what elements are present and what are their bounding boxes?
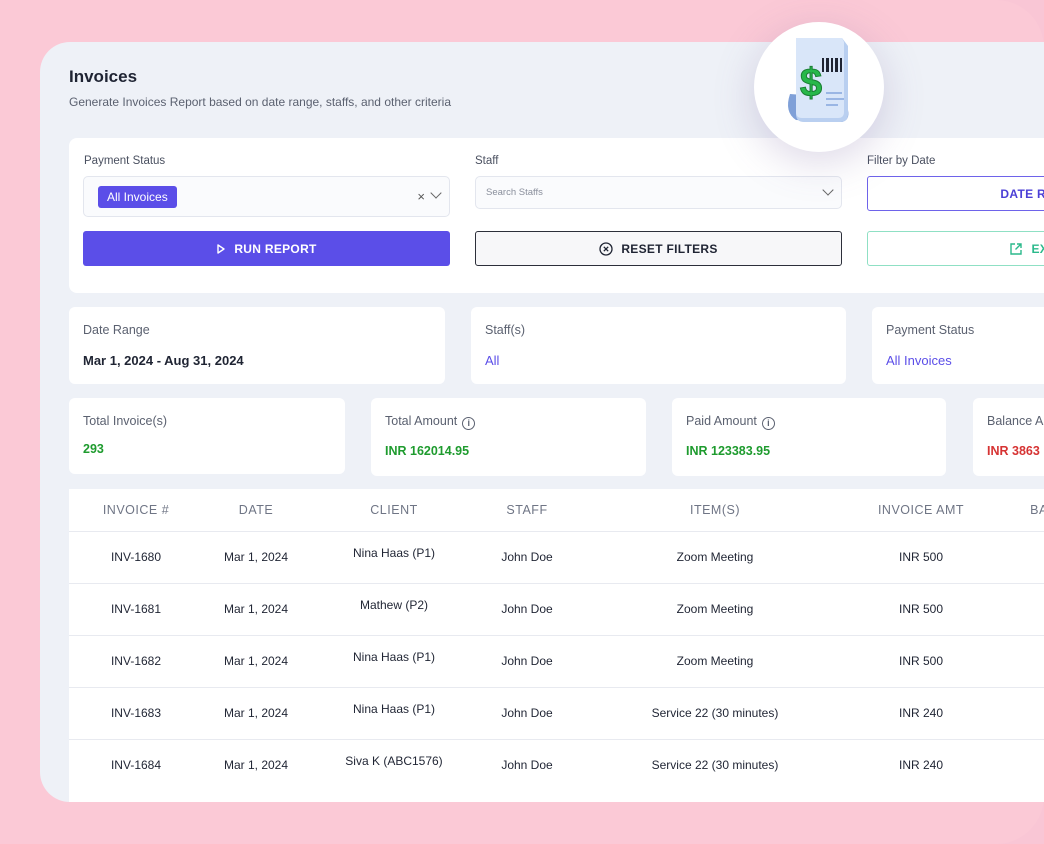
balance-amount-value: INR 3863 bbox=[987, 444, 1040, 458]
staff-cell: John Doe bbox=[501, 550, 553, 564]
date-cell: Mar 1, 2024 bbox=[223, 654, 289, 668]
column-header[interactable]: DATE bbox=[239, 503, 273, 517]
invoices-table: INVOICE # DATE CLIENT STAFF ITEM(S) INVOICE A… bbox=[69, 489, 1044, 802]
table-row[interactable]: INV-1684 Mar 1, 2024 Siva K (ABC1576) John … bbox=[69, 739, 1044, 791]
total-invoices-card: Total Invoice(s) 293 bbox=[69, 398, 345, 474]
items-cell: Service 22 (30 minutes) bbox=[651, 706, 779, 720]
table-row[interactable]: INV-1681 Mar 1, 2024 Mathew (P2) John Doe Zo… bbox=[69, 583, 1044, 635]
paid-amount-header: Paid Amount i bbox=[686, 414, 775, 430]
chevron-down-icon[interactable] bbox=[430, 187, 442, 199]
status-summary-card: Payment Status All Invoices bbox=[872, 307, 1044, 384]
staff-cell: John Doe bbox=[501, 654, 553, 668]
column-header[interactable]: CLIENT bbox=[370, 503, 417, 517]
page-subtitle: Generate Invoices Report based on date r… bbox=[69, 95, 452, 109]
invoice-amount-cell: INR 500 bbox=[898, 602, 944, 616]
info-icon[interactable]: i bbox=[761, 417, 775, 430]
table-row[interactable]: INV-1683 Mar 1, 2024 Nina Haas (P1) John Do… bbox=[69, 687, 1044, 739]
reset-filters-button[interactable]: RESET FILTERS bbox=[475, 231, 842, 266]
export-button[interactable]: EXPO bbox=[867, 231, 1044, 266]
chevron-down-icon[interactable] bbox=[822, 184, 834, 196]
invoice-number-cell[interactable]: INV-1680 bbox=[111, 550, 161, 564]
filters-panel: Payment Status All Invoices × Staff Sear… bbox=[69, 138, 1044, 293]
receipt-badge: $ bbox=[754, 22, 884, 152]
date-cell: Mar 1, 2024 bbox=[223, 706, 289, 720]
items-cell: Zoom Meeting bbox=[676, 654, 754, 668]
external-link-icon bbox=[1010, 242, 1023, 255]
items-cell: Zoom Meeting bbox=[676, 550, 754, 564]
column-header[interactable]: BA bbox=[1030, 503, 1044, 517]
client-cell: Siva K (ABC1576) bbox=[345, 754, 443, 768]
date-filter-label: Filter by Date bbox=[867, 155, 936, 167]
date-range-label: Date Range bbox=[83, 323, 150, 337]
info-icon[interactable]: i bbox=[462, 417, 476, 430]
app-window: Invoices Generate Invoices Report based … bbox=[40, 42, 1044, 802]
column-header[interactable]: INVOICE # bbox=[103, 503, 169, 517]
date-range-card: Date Range Mar 1, 2024 - Aug 31, 2024 bbox=[69, 307, 445, 384]
staff-label: Staff bbox=[475, 155, 499, 167]
invoice-amount-cell: INR 240 bbox=[898, 706, 944, 720]
total-invoices-value: 293 bbox=[83, 442, 104, 456]
run-report-button[interactable]: RUN REPORT bbox=[83, 231, 450, 266]
staff-placeholder: Search Staffs bbox=[486, 187, 543, 198]
play-icon bbox=[217, 243, 226, 254]
column-header[interactable]: INVOICE AMT bbox=[878, 503, 964, 517]
staff-cell: John Doe bbox=[501, 706, 553, 720]
items-cell: Service 22 (30 minutes) bbox=[651, 758, 779, 772]
payment-status-chip[interactable]: All Invoices bbox=[98, 186, 177, 208]
staff-summary-card: Staff(s) All bbox=[471, 307, 846, 384]
dollar-sign: $ bbox=[800, 61, 822, 105]
reset-filters-label: RESET FILTERS bbox=[621, 241, 718, 256]
date-cell: Mar 1, 2024 bbox=[223, 758, 289, 772]
balance-amount-card: Balance A INR 3863 bbox=[973, 398, 1044, 476]
invoice-number-cell[interactable]: INV-1683 bbox=[111, 706, 161, 720]
export-label: EXPO bbox=[1031, 241, 1044, 256]
total-amount-header: Total Amount i bbox=[385, 414, 476, 430]
staff-summary-label: Staff(s) bbox=[485, 323, 526, 337]
client-cell: Nina Haas (P1) bbox=[352, 702, 436, 716]
invoice-number-cell[interactable]: INV-1681 bbox=[111, 602, 161, 616]
column-header[interactable]: ITEM(S) bbox=[690, 503, 740, 517]
paid-amount-card: Paid Amount i INR 123383.95 bbox=[672, 398, 946, 476]
status-summary-label: Payment Status bbox=[886, 323, 975, 337]
receipt-icon: $ bbox=[788, 38, 849, 122]
total-amount-label: Total Amount bbox=[385, 414, 458, 428]
staff-cell: John Doe bbox=[501, 758, 553, 772]
payment-status-select[interactable]: All Invoices × bbox=[83, 176, 450, 217]
invoice-amount-cell: INR 240 bbox=[898, 758, 944, 772]
balance-amount-label: Balance A bbox=[987, 414, 1044, 428]
total-amount-value: INR 162014.95 bbox=[385, 444, 470, 458]
client-cell: Nina Haas (P1) bbox=[352, 650, 436, 664]
run-report-label: RUN REPORT bbox=[234, 241, 317, 256]
total-invoices-label: Total Invoice(s) bbox=[83, 414, 168, 428]
table-row[interactable]: INV-1682 Mar 1, 2024 Nina Haas (P1) John Do… bbox=[69, 635, 1044, 687]
date-range-value: Mar 1, 2024 - Aug 31, 2024 bbox=[83, 353, 244, 368]
page-background: Invoices Generate Invoices Report based … bbox=[0, 0, 1044, 844]
column-header[interactable]: STAFF bbox=[506, 503, 547, 517]
date-cell: Mar 1, 2024 bbox=[223, 602, 289, 616]
total-amount-card: Total Amount i INR 162014.95 bbox=[371, 398, 646, 476]
table-header: INVOICE # DATE CLIENT STAFF ITEM(S) INVOICE A… bbox=[69, 489, 1044, 531]
invoice-amount-cell: INR 500 bbox=[898, 550, 944, 564]
page-title: Invoices bbox=[69, 67, 138, 86]
staff-cell: John Doe bbox=[501, 602, 553, 616]
client-cell: Mathew (P2) bbox=[359, 598, 429, 612]
paid-amount-value: INR 123383.95 bbox=[686, 444, 771, 458]
invoice-amount-cell: INR 500 bbox=[898, 654, 944, 668]
items-cell: Zoom Meeting bbox=[676, 602, 754, 616]
close-circle-icon bbox=[599, 241, 613, 256]
date-range-button[interactable]: DATE R bbox=[867, 176, 1044, 211]
date-cell: Mar 1, 2024 bbox=[223, 550, 289, 564]
invoice-number-cell[interactable]: INV-1682 bbox=[111, 654, 161, 668]
status-summary-value: All Invoices bbox=[886, 353, 952, 368]
staff-select[interactable]: Search Staffs bbox=[475, 176, 842, 209]
paid-amount-label: Paid Amount bbox=[686, 414, 757, 428]
invoice-number-cell[interactable]: INV-1684 bbox=[111, 758, 161, 772]
date-range-button-label: DATE R bbox=[1000, 186, 1044, 201]
client-cell: Nina Haas (P1) bbox=[352, 546, 436, 560]
clear-icon[interactable]: × bbox=[417, 189, 425, 204]
table-row[interactable]: INV-1680 Mar 1, 2024 Nina Haas (P1) John Do… bbox=[69, 531, 1044, 583]
staff-summary-value: All bbox=[485, 353, 500, 368]
payment-status-label: Payment Status bbox=[84, 155, 166, 167]
